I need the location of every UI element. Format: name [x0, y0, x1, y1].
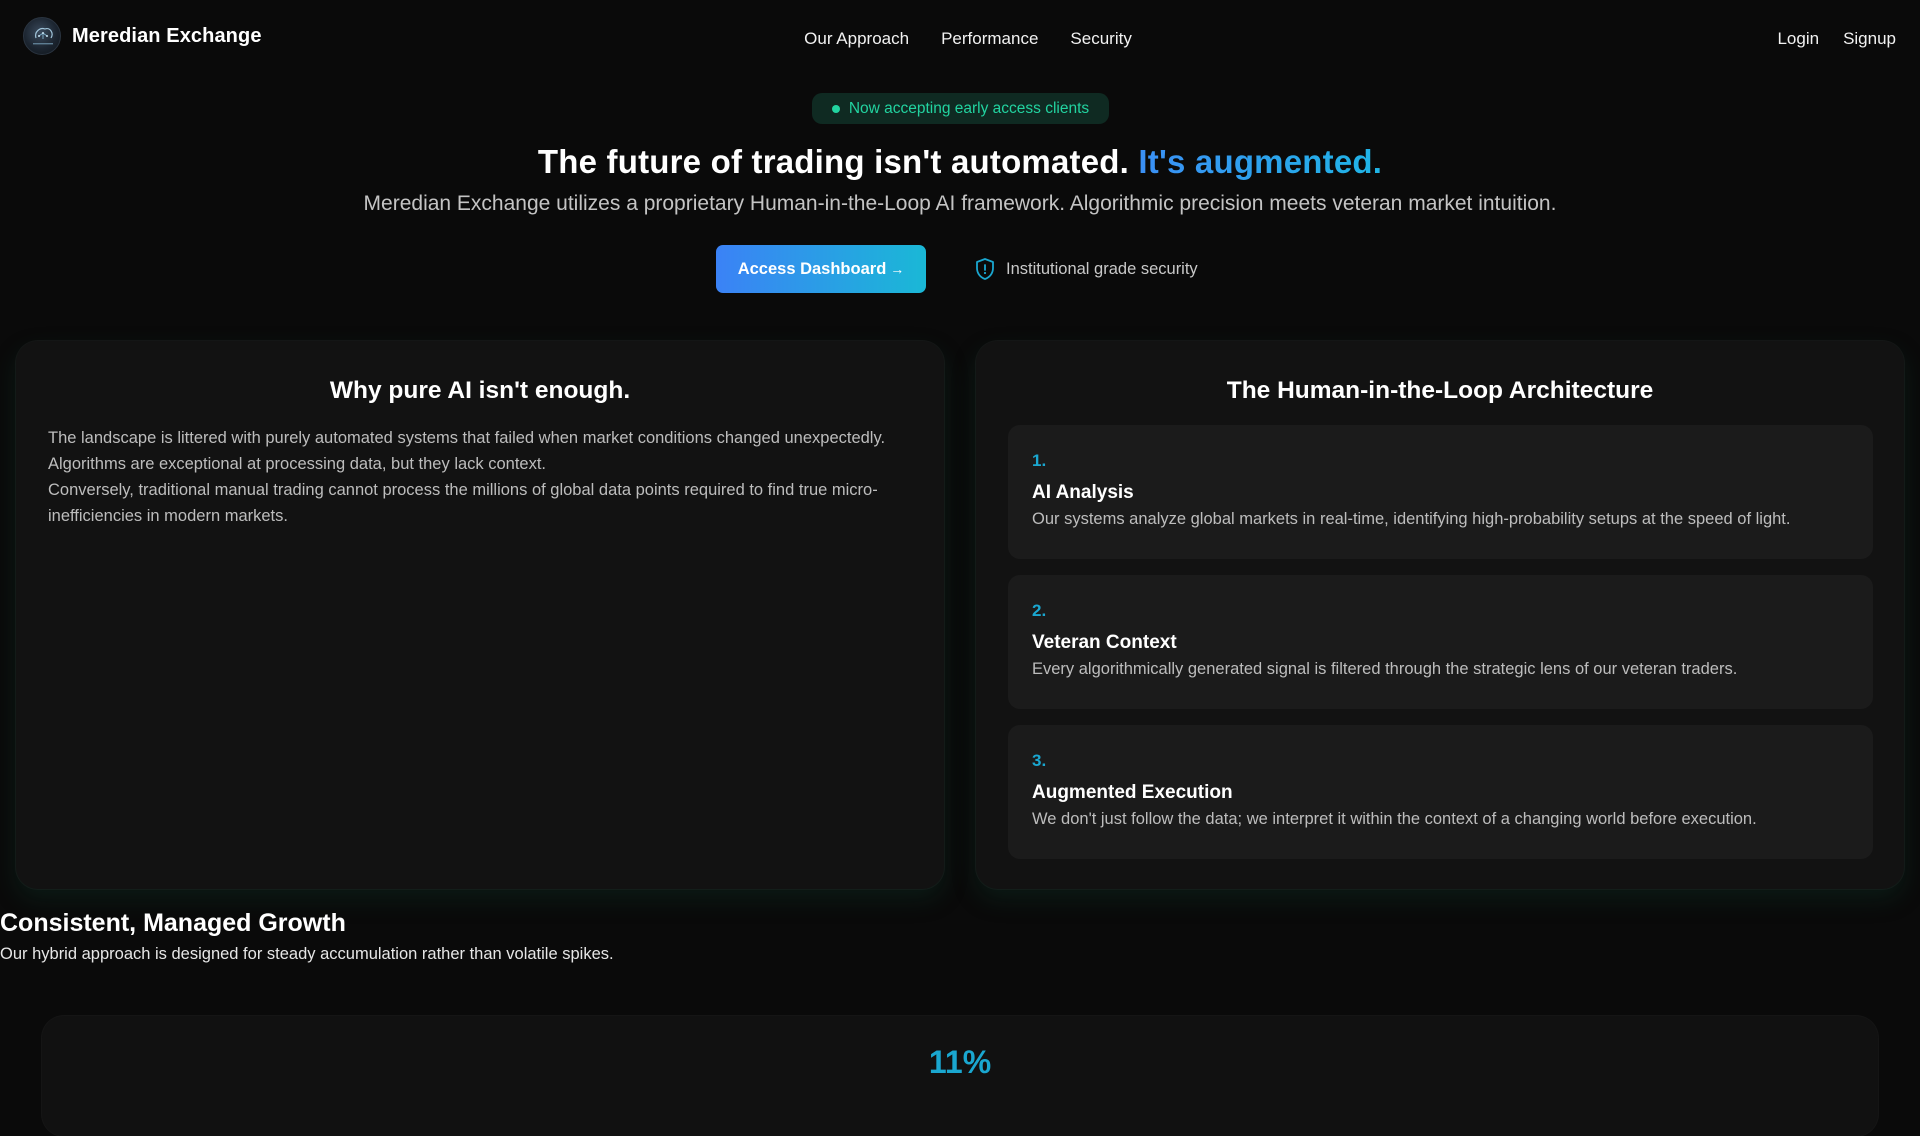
access-dashboard-label: Access Dashboard — [737, 259, 887, 278]
early-access-text: Now accepting early access clients — [848, 99, 1090, 117]
step-number: 2. — [1032, 601, 1047, 620]
login-link[interactable]: Login — [1777, 29, 1819, 49]
why-card-paragraph-2: Conversely, traditional manual trading c… — [48, 481, 878, 525]
nav-link-performance[interactable]: Performance — [941, 29, 1038, 49]
early-access-badge: Now accepting early access clients — [812, 93, 1109, 124]
access-dashboard-button[interactable]: Access Dashboard → — [716, 245, 926, 293]
step-description: Every algorithmically generated signal i… — [1032, 660, 1738, 678]
step-description: Our systems analyze global markets in re… — [1032, 510, 1791, 528]
auth-links: Login Signup — [1753, 29, 1896, 49]
security-label: Institutional grade security — [1006, 259, 1198, 278]
headline-accent: It's augmented. — [1138, 143, 1383, 180]
nav-link-our-approach[interactable]: Our Approach — [804, 29, 909, 49]
growth-stat-value: 11% — [928, 1044, 992, 1080]
step-description: We don't just follow the data; we interp… — [1032, 810, 1757, 828]
headline-main: The future of trading isn't automated. — [537, 143, 1130, 180]
signup-link[interactable]: Signup — [1843, 29, 1896, 49]
shield-icon — [976, 258, 994, 280]
growth-stat-card: 11% — [42, 1016, 1878, 1136]
architecture-step: 1. AI Analysis Our systems analyze globa… — [1008, 425, 1873, 559]
why-card-body: The landscape is littered with purely au… — [48, 425, 908, 529]
architecture-card: The Human-in-the-Loop Architecture 1. AI… — [976, 341, 1904, 889]
growth-section-subtitle: Our hybrid approach is designed for stea… — [0, 945, 614, 963]
step-number: 1. — [1032, 451, 1047, 470]
growth-section-title: Consistent, Managed Growth — [0, 909, 346, 937]
architecture-card-title: The Human-in-the-Loop Architecture — [1226, 377, 1654, 404]
main-nav: Our Approach Performance Security — [0, 29, 1920, 49]
security-note: Institutional grade security — [974, 257, 1198, 281]
hero-headline: The future of trading isn't automated. I… — [0, 143, 1920, 181]
architecture-step: 2. Veteran Context Every algorithmically… — [1008, 575, 1873, 709]
hero-subheadline: Meredian Exchange utilizes a proprietary… — [363, 192, 1557, 215]
step-title: Veteran Context — [1032, 632, 1177, 653]
step-title: Augmented Execution — [1032, 782, 1233, 803]
architecture-step: 3. Augmented Execution We don't just fol… — [1008, 725, 1873, 859]
why-card-title: Why pure AI isn't enough. — [329, 377, 631, 404]
nav-link-security[interactable]: Security — [1070, 29, 1131, 49]
hero-actions: Access Dashboard → Institutional grade s… — [716, 245, 1198, 293]
why-pure-ai-card: Why pure AI isn't enough. The landscape … — [16, 341, 944, 889]
why-card-paragraph-1: The landscape is littered with purely au… — [48, 429, 886, 473]
arrow-right-icon: → — [890, 261, 905, 277]
step-title: AI Analysis — [1032, 482, 1134, 503]
status-dot-icon — [831, 104, 840, 113]
step-number: 3. — [1032, 751, 1047, 770]
top-nav: Meredian Exchange Our Approach Performan… — [0, 0, 1920, 80]
